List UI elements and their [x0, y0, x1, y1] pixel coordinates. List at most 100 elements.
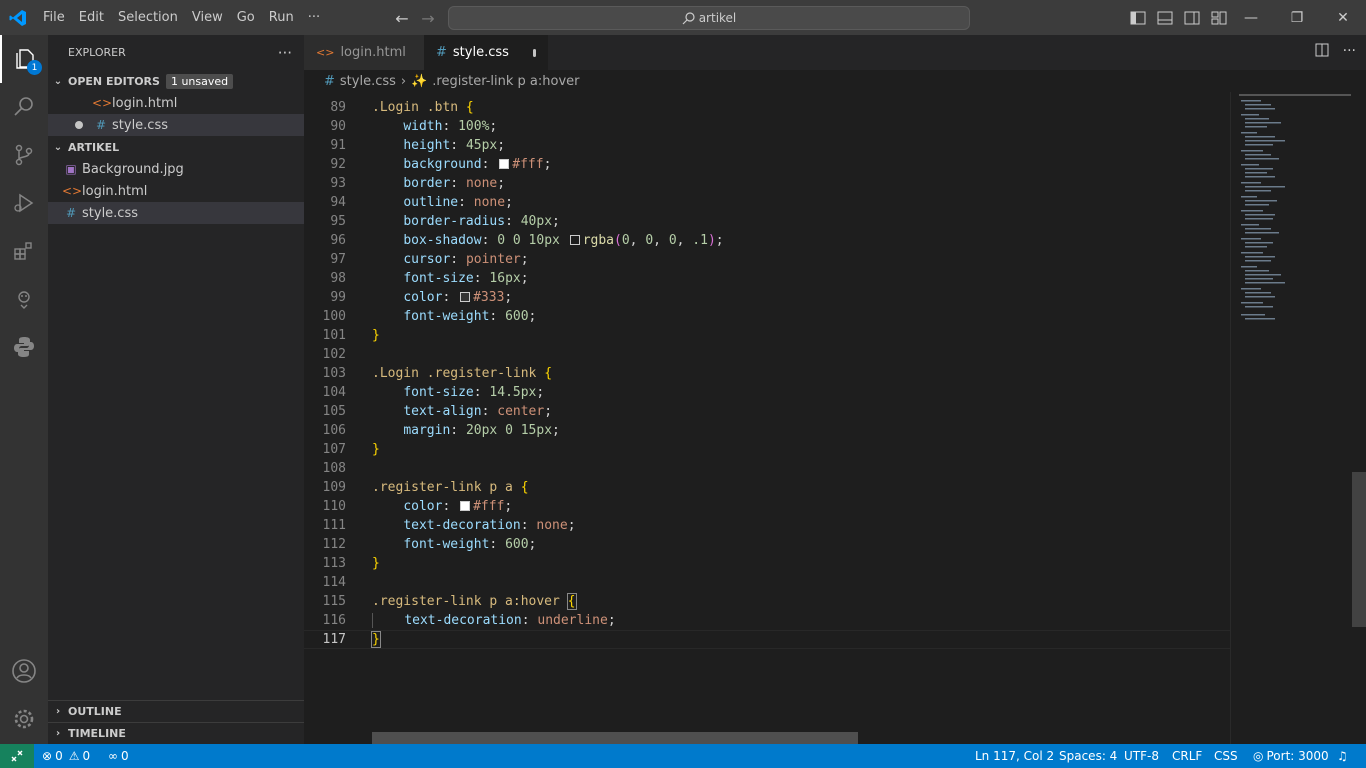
window-controls: — ❐ ✕: [1228, 0, 1366, 35]
customize-layout-icon[interactable]: [1208, 8, 1230, 28]
line-number: 109: [322, 480, 346, 495]
line-number: 106: [322, 423, 346, 438]
menu-run[interactable]: Run: [262, 0, 301, 35]
remote-explorer-activity[interactable]: [0, 275, 48, 323]
code-line: 95 border-radius: 40px;: [304, 212, 1230, 231]
unsaved-dot-icon: [75, 121, 83, 129]
editor-tabs: <> login.html # style.css ···: [304, 35, 1366, 70]
file-style-css[interactable]: # style.css: [48, 202, 304, 224]
color-swatch[interactable]: [499, 158, 510, 169]
search-activity[interactable]: [0, 83, 48, 131]
status-bar: ⊗ 0 ⚠ 0 ∞ 0 Ln 117, Col 2 Spaces: 4 UTF-8 C…: [0, 744, 1366, 768]
notifications-bell-icon[interactable]: ♫: [1337, 744, 1348, 768]
menu-selection[interactable]: Selection: [111, 0, 185, 35]
unsaved-dot-icon[interactable]: [532, 48, 536, 57]
line-number: 99: [330, 290, 346, 305]
image-file-icon: ▣: [65, 162, 77, 176]
line-number: 90: [330, 119, 346, 134]
file-label: login.html: [112, 95, 178, 111]
run-debug-activity[interactable]: [0, 179, 48, 227]
extensions-activity[interactable]: [0, 227, 48, 275]
minimap[interactable]: [1230, 92, 1352, 744]
file-login-html[interactable]: <> login.html: [48, 180, 304, 202]
language-mode[interactable]: CSS: [1214, 744, 1238, 768]
code-line: 116 text-decoration: underline;: [304, 611, 1230, 630]
breadcrumb-file[interactable]: style.css: [340, 74, 396, 89]
line-number: 113: [322, 556, 346, 571]
vscode-logo-icon: [0, 0, 36, 35]
menu-file[interactable]: File: [36, 0, 72, 35]
timeline-label: TIMELINE: [68, 727, 126, 740]
open-editor-login-html[interactable]: <> login.html: [48, 92, 304, 114]
back-arrow-icon[interactable]: ←: [392, 8, 412, 28]
restore-icon[interactable]: ❐: [1274, 0, 1320, 35]
code-editor[interactable]: 89 .Login .btn { 90 width: 100%; 91 heigh…: [304, 92, 1230, 744]
alien-icon: [18, 291, 30, 309]
toggle-primary-sidebar-icon[interactable]: [1127, 8, 1149, 28]
open-editor-style-css[interactable]: # style.css: [48, 114, 304, 136]
source-control-activity[interactable]: [0, 131, 48, 179]
port-indicator[interactable]: ◎ Port: 3000: [1253, 744, 1329, 768]
split-editor-icon[interactable]: [1315, 43, 1329, 61]
menu-view[interactable]: View: [185, 0, 230, 35]
code-line: 99 color: #333;: [304, 288, 1230, 307]
color-swatch[interactable]: [460, 291, 471, 302]
file-background-jpg[interactable]: ▣ Background.jpg: [48, 158, 304, 180]
color-swatch[interactable]: [460, 500, 471, 511]
menu-bar: File Edit Selection View Go Run ···: [36, 0, 327, 35]
code-line: 106 margin: 20px 0 15px;: [304, 421, 1230, 440]
file-label: style.css: [82, 205, 138, 221]
line-number: 116: [322, 613, 346, 628]
line-number: 108: [322, 461, 346, 476]
tab-label: style.css: [452, 45, 509, 60]
code-line: 114: [304, 573, 1230, 592]
toggle-secondary-sidebar-icon[interactable]: [1181, 8, 1203, 28]
horizontal-scrollbar[interactable]: [372, 732, 858, 744]
accounts-activity[interactable]: [0, 647, 48, 695]
explorer-activity[interactable]: 1: [0, 35, 48, 83]
line-ending[interactable]: CRLF: [1172, 744, 1202, 768]
close-icon[interactable]: ✕: [1320, 0, 1366, 35]
encoding[interactable]: UTF-8: [1124, 744, 1159, 768]
color-swatch[interactable]: [569, 234, 580, 245]
open-editors-section[interactable]: ⌄ OPEN EDITORS 1 unsaved: [48, 70, 304, 92]
menu-more[interactable]: ···: [301, 0, 327, 35]
tab-style-css[interactable]: # style.css: [424, 35, 548, 70]
line-number: 114: [322, 575, 346, 590]
open-editors-label: OPEN EDITORS: [68, 74, 160, 88]
explorer-more-button[interactable]: ···: [278, 44, 292, 62]
indentation[interactable]: Spaces: 4: [1059, 744, 1117, 768]
remote-indicator[interactable]: [0, 744, 34, 768]
vertical-scrollbar[interactable]: [1352, 92, 1366, 744]
toggle-panel-icon[interactable]: [1154, 8, 1176, 28]
source-control-icon: [15, 144, 33, 166]
line-number: 104: [322, 385, 346, 400]
cursor-position[interactable]: Ln 117, Col 2: [975, 744, 1054, 768]
tab-login-html[interactable]: <> login.html: [304, 35, 424, 70]
forward-arrow-icon[interactable]: →: [418, 8, 438, 28]
timeline-section[interactable]: › TIMELINE: [48, 722, 304, 744]
minimize-icon[interactable]: —: [1228, 0, 1274, 35]
problems-indicator[interactable]: ⊗ 0 ⚠ 0: [42, 744, 90, 768]
menu-go[interactable]: Go: [230, 0, 262, 35]
radio-icon: ◎: [1253, 749, 1264, 763]
outline-section[interactable]: › OUTLINE: [48, 700, 304, 722]
code-line: 111 text-decoration: none;: [304, 516, 1230, 535]
search-icon: [14, 97, 33, 116]
line-number: 98: [330, 271, 346, 286]
code-line: 103 .Login .register-link {: [304, 364, 1230, 383]
command-center-search[interactable]: artikel: [448, 6, 970, 30]
python-activity[interactable]: [0, 323, 48, 371]
file-label: Background.jpg: [82, 161, 184, 177]
ports-indicator[interactable]: ∞ 0: [108, 744, 129, 768]
chevron-right-icon: ›: [55, 706, 61, 717]
scrollbar-thumb[interactable]: [1352, 472, 1366, 627]
line-number: 100: [322, 309, 346, 324]
breadcrumb-symbol[interactable]: .register-link p a:hover: [432, 74, 579, 89]
menu-edit[interactable]: Edit: [72, 0, 111, 35]
manage-activity[interactable]: [0, 695, 48, 743]
artikel-folder-section[interactable]: ⌄ ARTIKEL: [48, 136, 304, 158]
more-actions-button[interactable]: ···: [1343, 43, 1356, 61]
line-number: 112: [322, 537, 346, 552]
breadcrumb: # style.css › ✨ .register-link p a:hover: [304, 70, 1366, 92]
